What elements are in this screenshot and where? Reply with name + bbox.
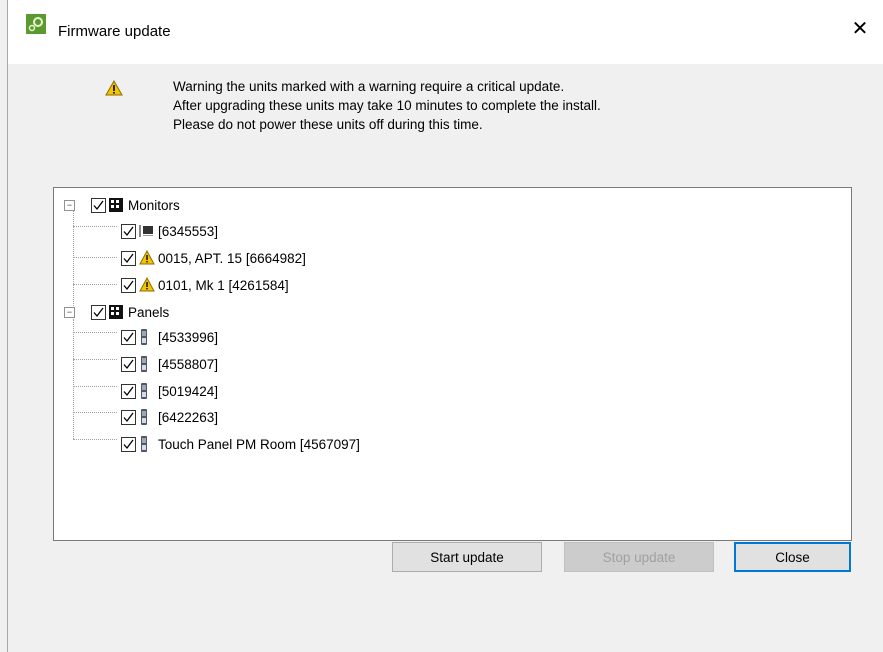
tree-item-label: [4533996]: [158, 329, 219, 345]
tree-line: [73, 412, 117, 413]
tree-item-label: 0015, APT. 15 [6664982]: [158, 250, 306, 266]
warning-line-2: After upgrading these units may take 10 …: [173, 98, 601, 113]
monitor-icon: [139, 223, 153, 239]
warning-line-3: Please do not power these units off duri…: [173, 117, 483, 132]
tree-item[interactable]: [4533996]: [121, 327, 218, 347]
close-window-icon[interactable]: ✕: [849, 18, 871, 40]
close-button[interactable]: Close: [734, 542, 851, 572]
panel-icon: [139, 329, 153, 345]
item-checkbox[interactable]: [121, 436, 136, 452]
tree-item[interactable]: [6422263]: [121, 407, 218, 427]
tree-line: [73, 257, 117, 258]
unit-tree[interactable]: − Monitors [6345553] 0015, APT. 15 [6664…: [53, 187, 852, 541]
tree-group-panels[interactable]: Panels: [91, 302, 169, 322]
tree-item[interactable]: 0015, APT. 15 [6664982]: [121, 248, 306, 268]
warning-icon: [139, 249, 155, 266]
checkbox-monitors[interactable]: [91, 197, 106, 213]
tree-item-label: [5019424]: [158, 383, 219, 399]
item-checkbox[interactable]: [121, 409, 136, 425]
window-border: [7, 0, 8, 652]
checkbox-panels[interactable]: [91, 304, 106, 320]
tree-group-monitors[interactable]: Monitors: [91, 195, 180, 215]
item-checkbox[interactable]: [121, 383, 136, 399]
tree-item[interactable]: [5019424]: [121, 381, 218, 401]
stop-update-button[interactable]: Stop update: [564, 542, 714, 572]
item-checkbox[interactable]: [121, 223, 136, 239]
tree-line: [73, 359, 117, 360]
panel-icon: [139, 383, 153, 399]
tree-item[interactable]: [4558807]: [121, 354, 218, 374]
building-icon: [109, 304, 123, 320]
panel-icon: [139, 356, 153, 372]
tree-item[interactable]: 0101, Mk 1 [4261584]: [121, 275, 289, 295]
item-checkbox[interactable]: [121, 250, 136, 266]
collapse-toggle-panels[interactable]: −: [64, 307, 75, 318]
tree-line: [73, 284, 117, 285]
warning-line-1: Warning the units marked with a warning …: [173, 79, 565, 94]
tree-line: [73, 319, 74, 439]
item-checkbox[interactable]: [121, 356, 136, 372]
panel-icon: [139, 409, 153, 425]
tree-item[interactable]: [6345553]: [121, 221, 218, 241]
tree-item-label: 0101, Mk 1 [4261584]: [158, 277, 289, 293]
tree-item-label: [4558807]: [158, 356, 219, 372]
warning-icon: [105, 79, 123, 96]
tree-line: [73, 226, 117, 227]
item-checkbox[interactable]: [121, 277, 136, 293]
building-icon: [109, 197, 123, 213]
collapse-toggle-monitors[interactable]: −: [64, 200, 75, 211]
tree-item-label: [6345553]: [158, 223, 219, 239]
tree-line: [73, 386, 117, 387]
window-title: Firmware update: [58, 23, 171, 40]
title-bar: Firmware update ✕: [8, 0, 883, 64]
item-checkbox[interactable]: [121, 329, 136, 345]
tree-item-label: [6422263]: [158, 409, 219, 425]
start-update-button[interactable]: Start update: [392, 542, 542, 572]
tree-item[interactable]: Touch Panel PM Room [4567097]: [121, 434, 360, 454]
tree-line: [73, 210, 74, 306]
tree-group-label: Panels: [128, 304, 170, 320]
firmware-app-icon: [26, 14, 46, 34]
tree-item-label: Touch Panel PM Room [4567097]: [158, 436, 360, 452]
tree-group-label: Monitors: [128, 197, 180, 213]
tree-line: [73, 439, 117, 440]
panel-icon: [139, 436, 153, 452]
warning-icon: [139, 276, 155, 293]
tree-line: [73, 332, 117, 333]
